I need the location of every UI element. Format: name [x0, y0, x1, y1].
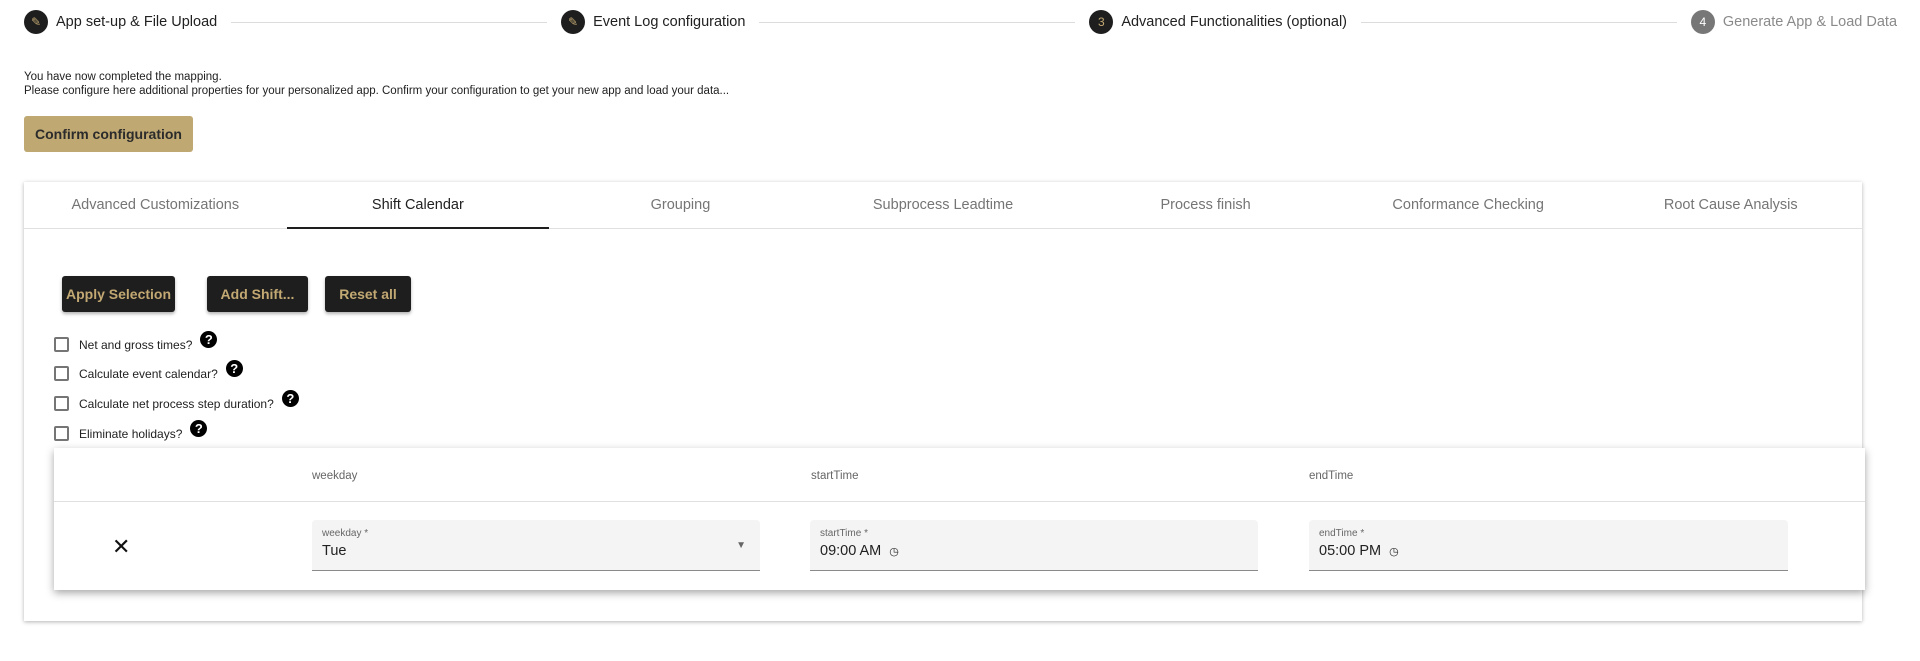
confirm-configuration-button[interactable]: Confirm configuration — [24, 116, 193, 152]
net-step-duration-option[interactable]: Calculate net process step duration? ? — [54, 390, 299, 411]
intro-line: You have now completed the mapping. — [24, 71, 222, 83]
header-end-time: endTime — [1309, 470, 1354, 482]
step-label: App set-up & File Upload — [56, 14, 218, 30]
step-label: Advanced Functionalities (optional) — [1121, 14, 1347, 30]
tab-shift-calendar[interactable]: Shift Calendar — [286, 182, 550, 229]
help-icon[interactable]: ? — [190, 420, 208, 437]
step-advanced[interactable]: 3 Advanced Functionalities (optional) — [1089, 10, 1347, 34]
help-icon[interactable]: ? — [281, 390, 299, 407]
tab-conformance-checking[interactable]: Conformance Checking — [1337, 182, 1600, 228]
step-number: 3 — [1089, 10, 1114, 34]
step-connector — [759, 21, 1076, 23]
clock-icon[interactable]: ◷ — [1389, 546, 1399, 558]
stepper: ✎ App set-up & File Upload ✎ Event Log c… — [24, 8, 1897, 36]
checkbox[interactable] — [54, 366, 69, 381]
step-label: Generate App & Load Data — [1722, 14, 1898, 30]
help-icon[interactable]: ? — [225, 360, 243, 377]
apply-selection-button[interactable]: Apply Selection — [62, 276, 175, 312]
clock-icon[interactable]: ◷ — [889, 546, 899, 558]
step-connector — [231, 21, 548, 23]
checkbox[interactable] — [54, 396, 69, 411]
field-value: 05:00 PM — [1319, 543, 1382, 559]
weekday-select[interactable]: weekday * Tue ▼ — [312, 520, 760, 571]
field-label: endTime * — [1319, 528, 1365, 539]
help-icon[interactable]: ? — [200, 331, 218, 348]
step-generate[interactable]: 4 Generate App & Load Data — [1690, 10, 1898, 34]
intro-line: Please configure here additional propert… — [24, 85, 730, 97]
configuration-card: Advanced Customizations Shift Calendar G… — [24, 182, 1865, 621]
reset-all-button[interactable]: Reset all — [325, 276, 411, 312]
option-label: Calculate event calendar? — [79, 366, 218, 381]
step-label: Event Log configuration — [593, 14, 746, 30]
tab-advanced-customizations[interactable]: Advanced Customizations — [24, 182, 287, 228]
step-number: 4 — [1690, 10, 1715, 34]
step-event-log[interactable]: ✎ Event Log configuration — [561, 10, 745, 34]
intro-text: You have now completed the mapping. Plea… — [24, 70, 729, 98]
tab-root-cause-analysis[interactable]: Root Cause Analysis — [1599, 182, 1862, 228]
tab-process-finish[interactable]: Process finish — [1074, 182, 1337, 228]
checkbox[interactable] — [54, 426, 69, 441]
net-gross-times-option[interactable]: Net and gross times? ? — [54, 331, 218, 352]
eliminate-holidays-option[interactable]: Eliminate holidays? ? — [54, 420, 208, 441]
checkbox[interactable] — [54, 337, 69, 352]
dropdown-arrow-icon: ▼ — [736, 540, 746, 551]
end-time-input[interactable]: endTime * 05:00 PM ◷ — [1309, 520, 1788, 571]
tab-subprocess-leadtime[interactable]: Subprocess Leadtime — [812, 182, 1075, 228]
pencil-icon: ✎ — [24, 10, 48, 34]
field-label: weekday * — [322, 528, 369, 539]
add-shift-button[interactable]: Add Shift... — [207, 276, 308, 312]
field-value: 09:00 AM — [820, 543, 882, 559]
step-connector — [1361, 21, 1677, 23]
start-time-input[interactable]: startTime * 09:00 AM ◷ — [810, 520, 1258, 571]
event-calendar-option[interactable]: Calculate event calendar? ? — [54, 360, 243, 381]
field-label: startTime * — [820, 528, 868, 539]
header-start-time: startTime — [811, 470, 859, 482]
header-weekday: weekday — [312, 470, 358, 482]
shift-table: weekday startTime endTime ✕ weekday * Tu… — [54, 448, 1865, 590]
option-label: Net and gross times? — [79, 337, 193, 352]
table-header: weekday startTime endTime — [54, 448, 1865, 502]
option-label: Calculate net process step duration? — [79, 396, 274, 411]
tab-grouping[interactable]: Grouping — [549, 182, 812, 228]
option-label: Eliminate holidays? — [79, 426, 183, 441]
field-value: Tue — [322, 543, 347, 559]
step-app-setup[interactable]: ✎ App set-up & File Upload — [24, 10, 217, 34]
tab-bar: Advanced Customizations Shift Calendar G… — [24, 182, 1862, 229]
close-icon[interactable]: ✕ — [112, 534, 130, 560]
pencil-icon: ✎ — [561, 10, 586, 34]
